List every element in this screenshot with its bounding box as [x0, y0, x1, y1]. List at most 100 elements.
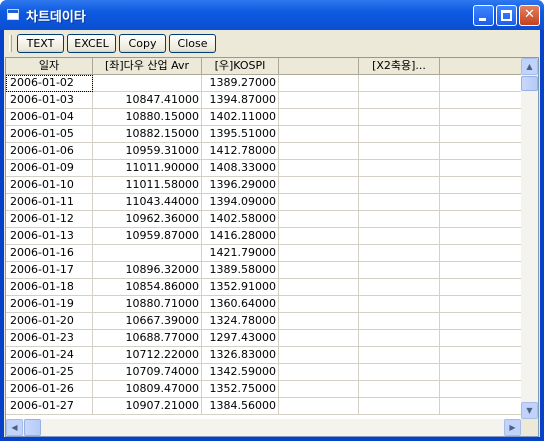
cell-x2[interactable]	[359, 330, 440, 347]
table-row[interactable]: 2006-01-05 10882.15000 1395.51000	[6, 126, 521, 143]
horizontal-scroll-thumb[interactable]	[24, 419, 41, 436]
cell-x2[interactable]	[359, 398, 440, 415]
cell-kospi[interactable]: 1421.79000	[202, 245, 279, 262]
cell-x2[interactable]	[359, 279, 440, 296]
vertical-scrollbar[interactable]: ▲ ▼	[521, 58, 538, 419]
cell-x2[interactable]	[359, 126, 440, 143]
minimize-button[interactable]	[473, 5, 494, 26]
cell-date[interactable]: 2006-01-02	[6, 75, 93, 92]
close-window-button[interactable]: ✕	[519, 5, 540, 26]
cell-dow[interactable]: 10712.22000	[93, 347, 202, 364]
cell-dow[interactable]: 10809.47000	[93, 381, 202, 398]
cell-dow[interactable]: 11043.44000	[93, 194, 202, 211]
cell-empty[interactable]	[279, 228, 359, 245]
cell-dow[interactable]: 10882.15000	[93, 126, 202, 143]
column-header-kospi[interactable]: [우]KOSPI	[202, 58, 279, 75]
table-row[interactable]: 2006-01-18 10854.86000 1352.91000	[6, 279, 521, 296]
cell-empty[interactable]	[279, 330, 359, 347]
title-bar[interactable]: 차트데이타 ✕	[0, 0, 544, 30]
table-row[interactable]: 2006-01-25 10709.74000 1342.59000	[6, 364, 521, 381]
table-row[interactable]: 2006-01-24 10712.22000 1326.83000	[6, 347, 521, 364]
cell-date[interactable]: 2006-01-09	[6, 160, 93, 177]
scroll-up-button[interactable]: ▲	[521, 58, 538, 75]
cell-dow[interactable]: 10907.21000	[93, 398, 202, 415]
table-row[interactable]: 2006-01-26 10809.47000 1352.75000	[6, 381, 521, 398]
cell-dow[interactable]: 10880.71000	[93, 296, 202, 313]
cell-x2[interactable]	[359, 381, 440, 398]
table-row[interactable]: 2006-01-11 11043.44000 1394.09000	[6, 194, 521, 211]
cell-date[interactable]: 2006-01-19	[6, 296, 93, 313]
cell-kospi[interactable]: 1352.91000	[202, 279, 279, 296]
data-grid[interactable]: 일자 [좌]다우 산업 Avr [우]KOSPI [X2축용]... 2006-…	[5, 57, 539, 437]
cell-empty[interactable]	[279, 381, 359, 398]
cell-empty[interactable]	[279, 313, 359, 330]
cell-kospi[interactable]: 1408.33000	[202, 160, 279, 177]
cell-date[interactable]: 2006-01-25	[6, 364, 93, 381]
table-row[interactable]: 2006-01-09 11011.90000 1408.33000	[6, 160, 521, 177]
cell-date[interactable]: 2006-01-17	[6, 262, 93, 279]
cell-empty[interactable]	[279, 262, 359, 279]
cell-x2[interactable]	[359, 75, 440, 92]
cell-x2[interactable]	[359, 347, 440, 364]
cell-kospi[interactable]: 1326.83000	[202, 347, 279, 364]
cell-x2[interactable]	[359, 194, 440, 211]
cell-x2[interactable]	[359, 211, 440, 228]
excel-export-button[interactable]: EXCEL	[67, 34, 116, 53]
cell-empty[interactable]	[279, 194, 359, 211]
cell-date[interactable]: 2006-01-27	[6, 398, 93, 415]
cell-kospi[interactable]: 1394.87000	[202, 92, 279, 109]
text-export-button[interactable]: TEXT	[17, 34, 64, 53]
cell-empty[interactable]	[279, 160, 359, 177]
maximize-button[interactable]	[496, 5, 517, 26]
cell-empty[interactable]	[279, 398, 359, 415]
cell-empty[interactable]	[279, 279, 359, 296]
cell-empty[interactable]	[279, 364, 359, 381]
cell-date[interactable]: 2006-01-03	[6, 92, 93, 109]
table-row[interactable]: 2006-01-04 10880.15000 1402.11000	[6, 109, 521, 126]
cell-kospi[interactable]: 1360.64000	[202, 296, 279, 313]
cell-x2[interactable]	[359, 296, 440, 313]
cell-date[interactable]: 2006-01-05	[6, 126, 93, 143]
cell-dow[interactable]: 11011.90000	[93, 160, 202, 177]
cell-date[interactable]: 2006-01-26	[6, 381, 93, 398]
cell-date[interactable]: 2006-01-16	[6, 245, 93, 262]
cell-dow[interactable]: 10709.74000	[93, 364, 202, 381]
cell-kospi[interactable]: 1324.78000	[202, 313, 279, 330]
cell-dow[interactable]	[93, 75, 202, 92]
cell-kospi[interactable]: 1412.78000	[202, 143, 279, 160]
table-row[interactable]: 2006-01-12 10962.36000 1402.58000	[6, 211, 521, 228]
cell-empty[interactable]	[279, 92, 359, 109]
cell-empty[interactable]	[279, 245, 359, 262]
cell-x2[interactable]	[359, 109, 440, 126]
cell-kospi[interactable]: 1402.58000	[202, 211, 279, 228]
cell-kospi[interactable]: 1297.43000	[202, 330, 279, 347]
cell-kospi[interactable]: 1395.51000	[202, 126, 279, 143]
cell-dow[interactable]: 11011.58000	[93, 177, 202, 194]
cell-dow[interactable]	[93, 245, 202, 262]
horizontal-scrollbar[interactable]: ◀ ▶	[6, 419, 521, 436]
cell-x2[interactable]	[359, 143, 440, 160]
table-row[interactable]: 2006-01-19 10880.71000 1360.64000	[6, 296, 521, 313]
cell-dow[interactable]: 10962.36000	[93, 211, 202, 228]
column-header-x2-axis[interactable]: [X2축용]...	[359, 58, 440, 75]
table-row[interactable]: 2006-01-10 11011.58000 1396.29000	[6, 177, 521, 194]
cell-empty[interactable]	[279, 177, 359, 194]
cell-dow[interactable]: 10896.32000	[93, 262, 202, 279]
column-header-date[interactable]: 일자	[6, 58, 93, 75]
cell-kospi[interactable]: 1342.59000	[202, 364, 279, 381]
column-header-dow[interactable]: [좌]다우 산업 Avr	[93, 58, 202, 75]
cell-kospi[interactable]: 1394.09000	[202, 194, 279, 211]
table-row[interactable]: 2006-01-20 10667.39000 1324.78000	[6, 313, 521, 330]
table-row[interactable]: 2006-01-13 10959.87000 1416.28000	[6, 228, 521, 245]
cell-dow[interactable]: 10847.41000	[93, 92, 202, 109]
cell-dow[interactable]: 10959.31000	[93, 143, 202, 160]
scroll-left-button[interactable]: ◀	[6, 419, 23, 436]
cell-x2[interactable]	[359, 313, 440, 330]
cell-x2[interactable]	[359, 364, 440, 381]
table-row[interactable]: 2006-01-17 10896.32000 1389.58000	[6, 262, 521, 279]
cell-x2[interactable]	[359, 177, 440, 194]
column-header-empty[interactable]	[279, 58, 359, 75]
scroll-right-button[interactable]: ▶	[504, 419, 521, 436]
cell-dow[interactable]: 10667.39000	[93, 313, 202, 330]
cell-kospi[interactable]: 1352.75000	[202, 381, 279, 398]
